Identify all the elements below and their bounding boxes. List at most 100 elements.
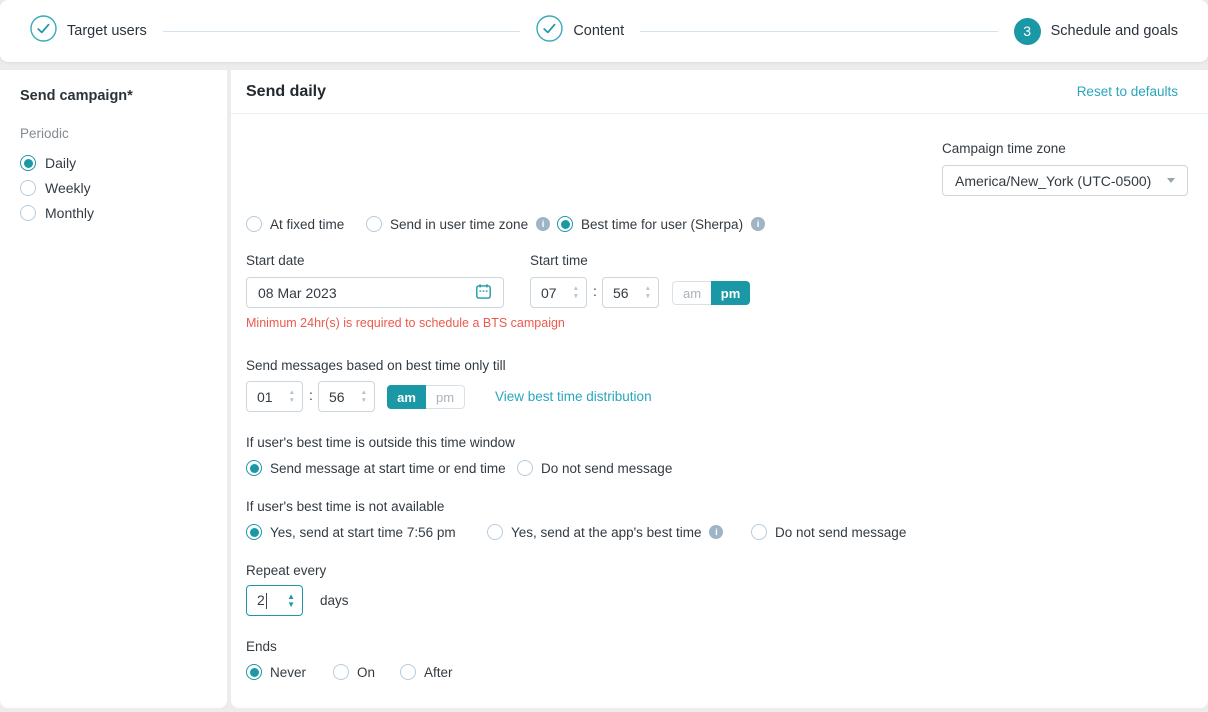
best-time-till-row: 01 ▲▼ : 56 ▲▼ am pm View best time distr… <box>246 381 1208 412</box>
start-time-label: Start time <box>530 253 588 268</box>
time-separator: : <box>593 283 597 299</box>
start-minute-value: 56 <box>613 285 629 301</box>
am-toggle[interactable]: am <box>387 385 426 409</box>
info-icon[interactable]: i <box>536 217 550 231</box>
start-date-input[interactable]: 08 Mar 2023 <box>246 277 504 308</box>
radio-label: Daily <box>45 155 76 171</box>
info-icon[interactable]: i <box>709 525 723 539</box>
step-content[interactable]: Content <box>536 15 624 47</box>
stepper-arrows-icon[interactable]: ▲▼ <box>645 286 651 300</box>
am-toggle[interactable]: am <box>672 281 711 305</box>
ends-options: Never On After <box>246 664 1208 680</box>
repeat-value: 2 <box>257 592 267 609</box>
start-date-value: 08 Mar 2023 <box>258 285 337 301</box>
radio-icon <box>20 205 36 221</box>
radio-icon <box>333 664 349 680</box>
schedule-sidebar: Send campaign* Periodic Daily Weekly Mon… <box>0 70 227 708</box>
time-separator: : <box>309 387 313 403</box>
outside-window-label: If user's best time is outside this time… <box>246 435 1208 450</box>
step-target-users[interactable]: Target users <box>30 15 147 47</box>
start-inputs-row: 08 Mar 2023 07 ▲▼ : 56 ▲▼ am pm <box>246 277 1208 308</box>
radio-ends-never[interactable]: Never <box>246 664 306 680</box>
step-number-badge: 3 <box>1014 18 1041 45</box>
repeat-unit-label: days <box>320 593 349 608</box>
radio-icon <box>487 524 503 540</box>
radio-send-at-start-or-end[interactable]: Send message at start time or end time <box>246 460 506 476</box>
radio-label: Send in user time zone <box>390 217 528 232</box>
radio-label: Best time for user (Sherpa) <box>581 217 743 232</box>
repeat-row: 2 ▲▼ days <box>246 585 1208 616</box>
radio-send-at-start-time[interactable]: Yes, send at start time 7:56 pm <box>246 524 456 540</box>
ends-label: Ends <box>246 639 1208 654</box>
send-mode-options: At fixed time Send in user time zone i B… <box>246 216 1208 232</box>
repeat-every-label: Repeat every <box>246 563 1208 578</box>
till-minute-value: 56 <box>329 389 345 405</box>
validation-error: Minimum 24hr(s) is required to schedule … <box>246 316 1208 330</box>
not-available-label: If user's best time is not available <box>246 499 1208 514</box>
radio-label: Weekly <box>45 180 91 196</box>
timezone-label: Campaign time zone <box>942 141 1188 156</box>
best-time-till-label: Send messages based on best time only ti… <box>246 358 1208 373</box>
radio-send-at-apps-best-time[interactable]: Yes, send at the app's best time i <box>487 524 723 540</box>
radio-icon <box>20 155 36 171</box>
step-schedule-and-goals[interactable]: 3 Schedule and goals <box>1014 18 1178 45</box>
till-hour-stepper[interactable]: 01 ▲▼ <box>246 381 303 412</box>
till-meridiem-toggle: am pm <box>387 385 465 409</box>
radio-label: Do not send message <box>775 525 906 540</box>
not-available-options: Yes, send at start time 7:56 pm Yes, sen… <box>246 524 1208 540</box>
calendar-icon[interactable] <box>475 283 492 303</box>
sidebar-group-label: Periodic <box>20 126 207 141</box>
pm-toggle[interactable]: pm <box>711 281 750 305</box>
stepper-arrows-icon[interactable]: ▲▼ <box>289 390 295 404</box>
chevron-down-icon <box>1167 178 1175 183</box>
radio-at-fixed-time[interactable]: At fixed time <box>246 216 344 232</box>
timezone-select[interactable]: America/New_York (UTC-0500) <box>942 165 1188 196</box>
start-date-label: Start date <box>246 253 305 268</box>
panel-title: Send daily <box>246 83 326 101</box>
radio-send-in-user-time-zone[interactable]: Send in user time zone i <box>366 216 550 232</box>
timezone-value: America/New_York (UTC-0500) <box>955 173 1151 189</box>
panel-header: Send daily Reset to defaults <box>231 70 1208 114</box>
radio-best-time-for-user[interactable]: Best time for user (Sherpa) i <box>557 216 765 232</box>
sidebar-title: Send campaign* <box>20 88 207 104</box>
radio-ends-on[interactable]: On <box>333 664 375 680</box>
radio-icon <box>751 524 767 540</box>
step-label: Target users <box>67 23 147 39</box>
start-meridiem-toggle: am pm <box>672 281 750 305</box>
text-cursor <box>266 593 267 609</box>
stepper-arrows-icon[interactable]: ▲▼ <box>361 390 367 404</box>
radio-label: On <box>357 665 375 680</box>
radio-weekly[interactable]: Weekly <box>20 180 207 196</box>
till-minute-stepper[interactable]: 56 ▲▼ <box>318 381 375 412</box>
campaign-timezone-field: Campaign time zone America/New_York (UTC… <box>942 141 1188 196</box>
radio-label: After <box>424 665 453 680</box>
radio-icon <box>366 216 382 232</box>
radio-icon <box>246 664 262 680</box>
step-label: Content <box>573 23 624 39</box>
radio-ends-after[interactable]: After <box>400 664 453 680</box>
start-minute-stepper[interactable]: 56 ▲▼ <box>602 277 659 308</box>
start-hour-value: 07 <box>541 285 557 301</box>
till-hour-value: 01 <box>257 389 273 405</box>
radio-label: At fixed time <box>270 217 344 232</box>
radio-label: Yes, send at the app's best time <box>511 525 701 540</box>
step-connector <box>163 31 521 32</box>
radio-daily[interactable]: Daily <box>20 155 207 171</box>
reset-to-defaults-link[interactable]: Reset to defaults <box>1077 84 1178 99</box>
schedule-panel: Send daily Reset to defaults Campaign ti… <box>231 70 1208 708</box>
radio-icon <box>517 460 533 476</box>
view-best-time-distribution-link[interactable]: View best time distribution <box>495 389 652 404</box>
pm-toggle[interactable]: pm <box>426 385 465 409</box>
stepper-arrows-icon[interactable]: ▲▼ <box>573 286 579 300</box>
radio-label: Do not send message <box>541 461 672 476</box>
radio-icon <box>246 216 262 232</box>
radio-icon <box>246 524 262 540</box>
stepper-arrows-icon[interactable]: ▲▼ <box>287 594 295 608</box>
start-hour-stepper[interactable]: 07 ▲▼ <box>530 277 587 308</box>
radio-icon <box>246 460 262 476</box>
repeat-days-stepper[interactable]: 2 ▲▼ <box>246 585 303 616</box>
radio-do-not-send-outside[interactable]: Do not send message <box>517 460 672 476</box>
info-icon[interactable]: i <box>751 217 765 231</box>
radio-do-not-send-not-available[interactable]: Do not send message <box>751 524 906 540</box>
radio-monthly[interactable]: Monthly <box>20 205 207 221</box>
